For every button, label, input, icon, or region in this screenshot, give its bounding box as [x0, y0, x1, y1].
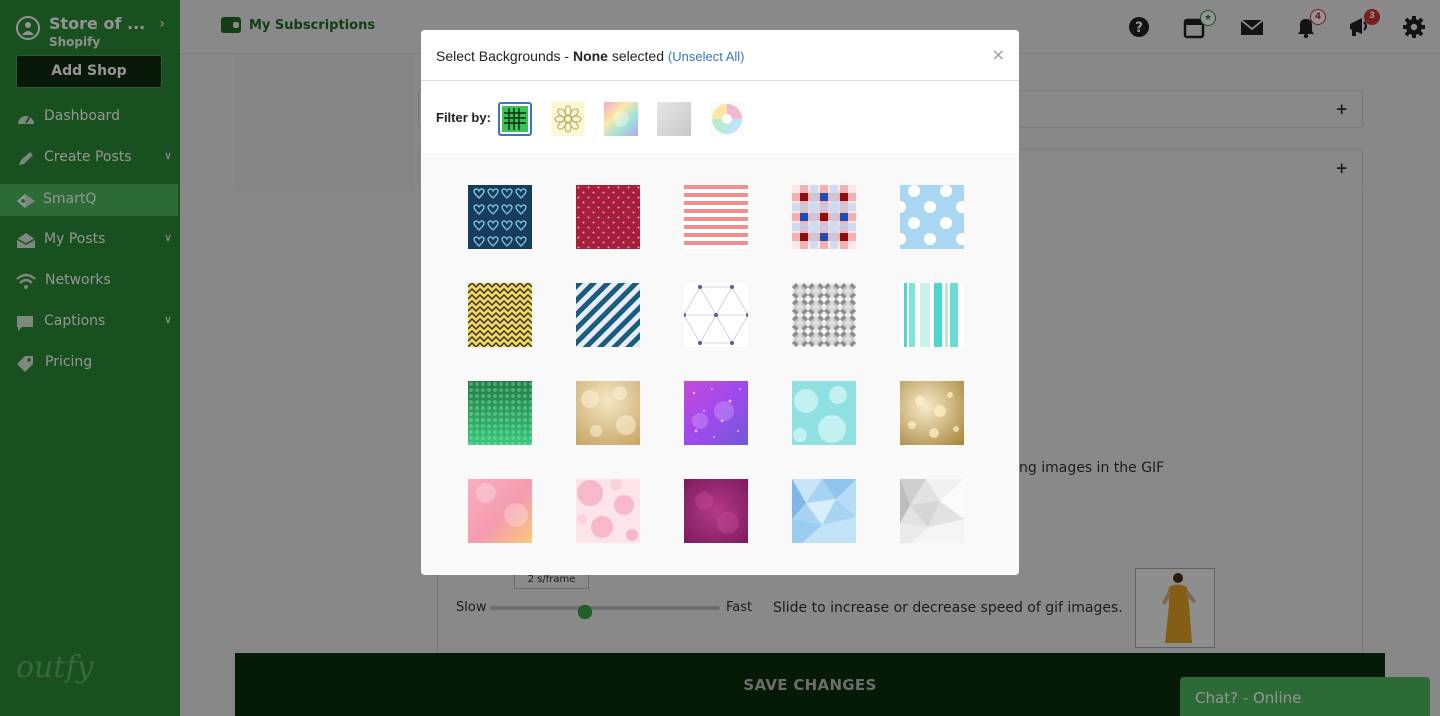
hearts-pattern-tile[interactable]	[468, 185, 532, 249]
texture-filter[interactable]	[657, 102, 691, 136]
bokeh-gold-tile[interactable]	[900, 381, 964, 445]
title-suffix: selected	[607, 48, 668, 64]
polygon-gray-tile[interactable]	[900, 479, 964, 543]
flower-icon	[551, 102, 585, 136]
stripes-turquoise-tile[interactable]	[900, 283, 964, 347]
bubbles-pink-tile[interactable]	[576, 479, 640, 543]
polka-dots-blue-tile[interactable]	[900, 185, 964, 249]
bokeh-gold-light-tile[interactable]	[576, 381, 640, 445]
close-icon[interactable]: ×	[992, 45, 1005, 64]
diagonal-stripes-blue-tile[interactable]	[576, 283, 640, 347]
geometric-triangles-tile[interactable]	[684, 283, 748, 347]
bokeh-purple-tile[interactable]	[684, 381, 748, 445]
floral-filter[interactable]	[551, 102, 585, 136]
title-prefix: Select Backgrounds -	[436, 48, 573, 64]
diamonds-gray-tile[interactable]	[792, 283, 856, 347]
chevron-yellow-tile[interactable]	[468, 283, 532, 347]
color-filter[interactable]	[710, 102, 744, 136]
color-wheel-icon	[710, 102, 744, 136]
unselect-all-link[interactable]: (Unselect All)	[668, 49, 745, 64]
polka-dots-red-tile[interactable]	[576, 185, 640, 249]
filter-label: Filter by:	[436, 110, 491, 125]
modal-title: Select Backgrounds - None selected (Unse…	[436, 48, 744, 64]
grid-icon	[502, 106, 528, 132]
modal-header: Select Backgrounds - None selected (Unse…	[421, 30, 1019, 81]
gingham-red-blue-tile[interactable]	[792, 185, 856, 249]
polygon-blue-tile[interactable]	[792, 479, 856, 543]
bokeh-green-tile[interactable]	[468, 381, 532, 445]
select-backgrounds-modal: Select Backgrounds - None selected (Unse…	[421, 30, 1019, 575]
gradient-icon	[604, 102, 638, 136]
gray-texture-icon	[657, 102, 691, 136]
texture-magenta-tile[interactable]	[684, 479, 748, 543]
watercolor-peach-tile[interactable]	[468, 479, 532, 543]
selected-count: None	[572, 48, 608, 64]
gradient-filter[interactable]	[604, 102, 638, 136]
filter-row: Filter by:	[421, 81, 1019, 153]
bokeh-aqua-tile[interactable]	[792, 381, 856, 445]
background-grid	[421, 153, 1019, 575]
stripes-pink-tile[interactable]	[684, 185, 748, 249]
pattern-filter[interactable]	[498, 102, 532, 136]
